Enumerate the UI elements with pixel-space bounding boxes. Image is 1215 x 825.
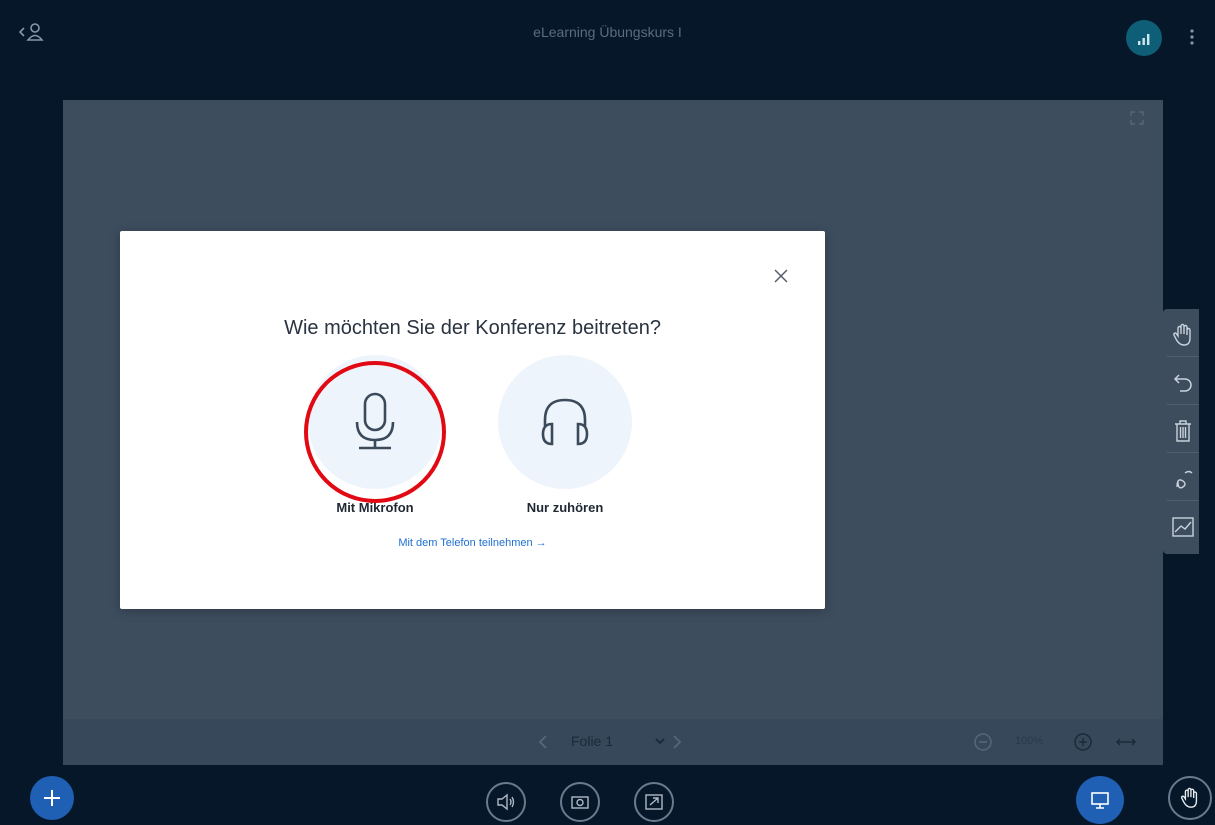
- speaker-icon: [497, 793, 515, 811]
- presentation-icon: [1091, 792, 1109, 809]
- option-microphone-label: Mit Mikrofon: [336, 500, 414, 515]
- trash-icon: [1175, 419, 1191, 442]
- hand-icon: [1173, 323, 1191, 346]
- join-by-phone-link[interactable]: Mit dem Telefon teilnehmen →: [120, 537, 825, 549]
- chart-icon: [1172, 517, 1194, 537]
- fullscreen-button[interactable]: [1129, 110, 1145, 126]
- modal-title: Wie möchten Sie der Konferenz beitreten?: [284, 317, 661, 339]
- close-icon: [774, 269, 788, 283]
- options-menu-button[interactable]: [1184, 22, 1200, 52]
- conference-app: eLearning Übungskurs I Folie 1 100% Wie …: [0, 0, 1215, 825]
- previous-slide-button[interactable]: [536, 733, 550, 751]
- share-screen-button[interactable]: [634, 782, 674, 822]
- signal-bars-icon: [1138, 34, 1150, 45]
- meeting-title: eLearning Übungskurs I: [533, 24, 682, 40]
- zoom-in-button[interactable]: [1073, 732, 1093, 752]
- option-listen-only[interactable]: Nur zuhören: [495, 353, 635, 515]
- presentation-toggle-button[interactable]: [1076, 776, 1124, 824]
- multi-user-pen-icon: [1176, 470, 1193, 489]
- raise-hand-icon: [1181, 787, 1198, 808]
- minus-circle-icon: [974, 733, 992, 751]
- share-webcam-button[interactable]: [560, 782, 600, 822]
- tool-clear[interactable]: [1167, 409, 1199, 453]
- microphone-option-circle[interactable]: [308, 355, 442, 489]
- plus-icon: [44, 790, 60, 806]
- slide-selector-label[interactable]: Folie 1: [571, 733, 613, 749]
- option-listen-only-label: Nur zuhören: [526, 500, 604, 515]
- tool-undo[interactable]: [1167, 361, 1199, 405]
- tool-multi-user[interactable]: [1167, 457, 1199, 501]
- option-microphone[interactable]: Mit Mikrofon: [305, 353, 445, 515]
- raise-hand-button[interactable]: [1168, 776, 1212, 820]
- next-slide-button[interactable]: [670, 733, 684, 751]
- chevron-left-icon: [538, 735, 547, 749]
- zoom-out-button[interactable]: [973, 732, 993, 752]
- plus-circle-icon: [1074, 733, 1092, 751]
- microphone-icon: [355, 392, 395, 450]
- headphones-icon: [541, 398, 589, 446]
- tool-chart[interactable]: [1167, 505, 1199, 549]
- expand-icon: [1130, 111, 1144, 125]
- actions-menu-button[interactable]: [30, 776, 74, 820]
- undo-icon: [1173, 373, 1192, 392]
- slide-dropdown[interactable]: [653, 734, 667, 748]
- join-audio-button[interactable]: [486, 782, 526, 822]
- kebab-menu-icon: [1190, 29, 1194, 45]
- chevron-right-icon: [673, 735, 682, 749]
- fit-width-icon: [1115, 738, 1137, 746]
- fit-to-width-button[interactable]: [1115, 732, 1137, 752]
- zoom-level: 100%: [1015, 735, 1044, 747]
- listen-only-option-circle[interactable]: [498, 355, 632, 489]
- screen-share-icon: [645, 794, 663, 810]
- tool-hand[interactable]: [1167, 313, 1199, 357]
- join-audio-modal: Wie möchten Sie der Konferenz beitreten?…: [120, 231, 825, 609]
- modal-close-button[interactable]: [770, 265, 792, 287]
- top-bar: eLearning Übungskurs I: [0, 0, 1215, 70]
- camera-icon: [571, 796, 589, 809]
- slide-controls: Folie 1 100%: [63, 719, 1163, 765]
- whiteboard-toolbar: [1163, 309, 1199, 554]
- chevron-down-icon: [655, 738, 665, 745]
- connection-status-button[interactable]: [1126, 20, 1162, 56]
